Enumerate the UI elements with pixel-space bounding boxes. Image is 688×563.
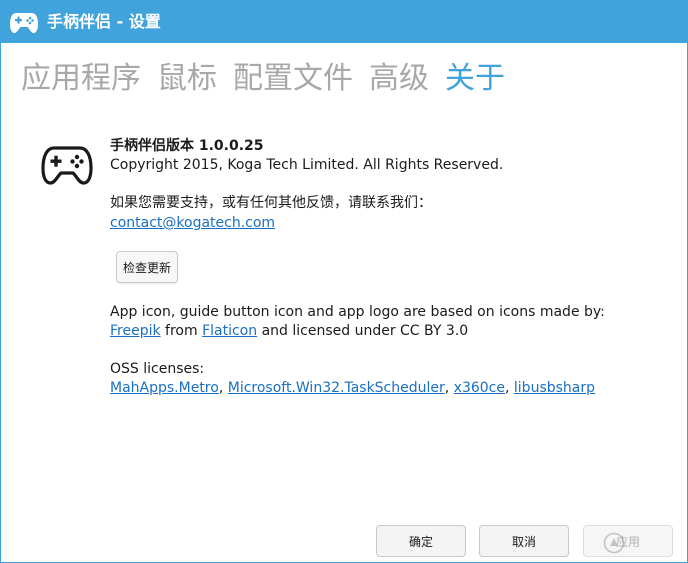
settings-window: 手柄伴侣 - 设置 应用程序 鼠标 配置文件 高级 关于 手柄伴侣版本 1.0.… <box>0 0 688 563</box>
credit-from-text: from <box>160 323 203 339</box>
freepik-link[interactable]: Freepik <box>110 323 161 339</box>
watermark-logo-icon <box>603 532 625 554</box>
tab-mouse[interactable]: 鼠标 <box>157 59 217 103</box>
icons-credit-text: App icon, guide button icon and app logo… <box>110 304 605 320</box>
contact-email-link[interactable]: contact@kogatech.com <box>110 215 275 231</box>
title-bar[interactable]: 手柄伴侣 - 设置 <box>1 1 687 43</box>
ok-button[interactable]: 确定 <box>376 525 466 557</box>
credit-license-text: and licensed under CC BY 3.0 <box>257 323 469 339</box>
credit-line: Freepik from Flaticon and licensed under… <box>110 322 468 341</box>
cancel-button[interactable]: 取消 <box>479 525 569 557</box>
copyright-text: Copyright 2015, Koga Tech Limited. All R… <box>110 157 504 173</box>
tab-profiles[interactable]: 配置文件 <box>233 59 353 103</box>
oss-link-x360ce[interactable]: x360ce <box>454 380 505 396</box>
settings-tabs: 应用程序 鼠标 配置文件 高级 关于 <box>21 59 521 103</box>
oss-separator: , <box>444 380 454 396</box>
oss-separator: , <box>505 380 514 396</box>
oss-separator: , <box>218 380 228 396</box>
gamepad-icon <box>10 13 38 33</box>
oss-link-libusbsharp[interactable]: libusbsharp <box>514 380 595 396</box>
gamepad-icon <box>41 146 93 185</box>
oss-title: OSS licenses: <box>110 361 205 377</box>
tab-applications[interactable]: 应用程序 <box>21 59 141 103</box>
oss-links: MahApps.Metro, Microsoft.Win32.TaskSched… <box>110 379 595 398</box>
version-text: 手柄伴侣版本 1.0.0.25 <box>110 138 264 154</box>
oss-link-mahapps[interactable]: MahApps.Metro <box>110 380 219 396</box>
flaticon-link[interactable]: Flaticon <box>202 323 257 339</box>
check-update-button[interactable]: 检查更新 <box>116 251 178 283</box>
window-title: 手柄伴侣 - 设置 <box>47 12 161 31</box>
tab-about[interactable]: 关于 <box>445 59 505 103</box>
oss-link-taskscheduler[interactable]: Microsoft.Win32.TaskScheduler <box>228 380 445 396</box>
tab-advanced[interactable]: 高级 <box>369 59 429 103</box>
support-text: 如果您需要支持，或有任何其他反馈，请联系我们： <box>110 195 432 211</box>
watermark <box>603 528 681 558</box>
